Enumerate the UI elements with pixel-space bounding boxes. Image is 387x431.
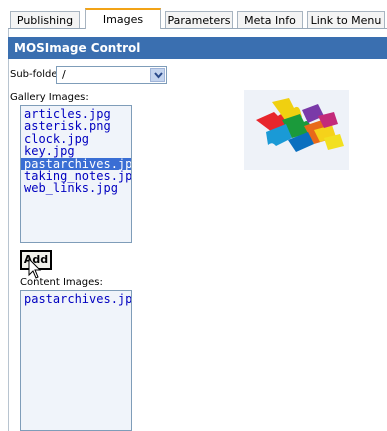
gallery-images-list[interactable]: articles.jpg asterisk.png clock.jpg key.… [20,105,132,243]
list-item[interactable]: pastarchives.jpg [21,293,131,306]
content-images-label: Content Images: [20,277,103,288]
list-item[interactable]: key.jpg [21,145,131,158]
list-item[interactable]: web_links.jpg [21,182,131,195]
image-preview [244,90,349,170]
tab-publishing[interactable]: Publishing [10,11,80,28]
panel-title: MOSImage Control [8,37,387,59]
tab-parameters[interactable]: Parameters [165,11,233,28]
subfolder-select[interactable]: / [56,66,167,84]
tab-meta-info[interactable]: Meta Info [237,11,303,28]
gallery-images-label: Gallery Images: [10,92,89,103]
content-images-list[interactable]: pastarchives.jpg [20,290,132,431]
tab-bar: Publishing Images Parameters Meta Info L… [0,0,387,29]
list-item[interactable]: asterisk.png [21,120,131,133]
chevron-down-icon[interactable] [150,68,165,82]
tab-link-to-menu[interactable]: Link to Menu [307,11,385,28]
tab-images[interactable]: Images [85,8,161,29]
subfolder-value: / [62,68,66,81]
puzzle-pieces-image [244,90,349,170]
